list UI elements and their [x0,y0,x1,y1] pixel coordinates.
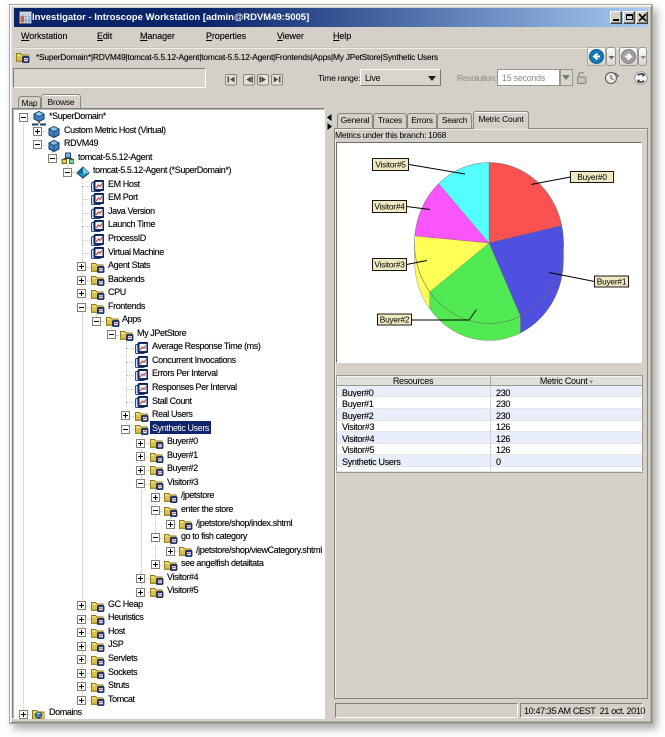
svg-text:Buyer#1: Buyer#1 [597,277,627,287]
svg-text:Visitor#3: Visitor#3 [374,260,405,270]
svg-text:Visitor#4: Visitor#4 [374,202,405,212]
svg-text:Buyer#2: Buyer#2 [380,315,410,325]
svg-text:Buyer#0: Buyer#0 [577,172,607,182]
svg-text:Visitor#5: Visitor#5 [375,160,406,170]
